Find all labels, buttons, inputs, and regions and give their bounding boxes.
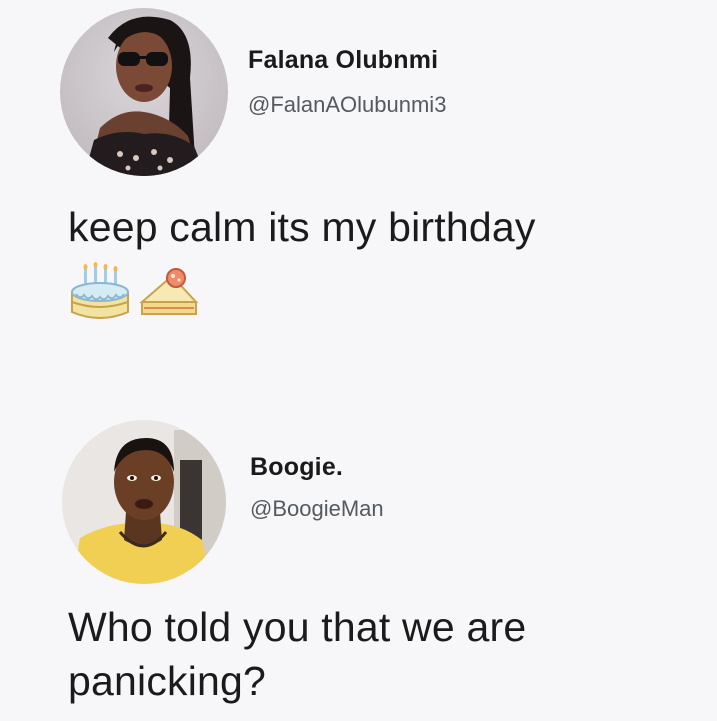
user-handle[interactable]: @FalanAOlubunmi3 bbox=[248, 92, 446, 118]
emoji-row bbox=[68, 262, 200, 324]
tweet-boogie: Boogie. @BoogieMan Who told you that we … bbox=[0, 400, 717, 721]
tweet-text: keep calm its my birthday bbox=[68, 204, 536, 250]
tweet-falana: Falana Olubnmi @FalanAOlubunmi3 keep cal… bbox=[0, 0, 717, 360]
cake-slice-icon bbox=[136, 262, 200, 324]
display-name[interactable]: Falana Olubnmi bbox=[248, 46, 438, 75]
avatar[interactable] bbox=[60, 8, 228, 176]
birthday-cake-icon bbox=[68, 262, 132, 324]
user-handle[interactable]: @BoogieMan bbox=[250, 496, 384, 522]
tweet-text: Who told you that we are panicking? bbox=[68, 604, 527, 704]
avatar[interactable] bbox=[62, 420, 226, 584]
display-name[interactable]: Boogie. bbox=[250, 453, 343, 482]
